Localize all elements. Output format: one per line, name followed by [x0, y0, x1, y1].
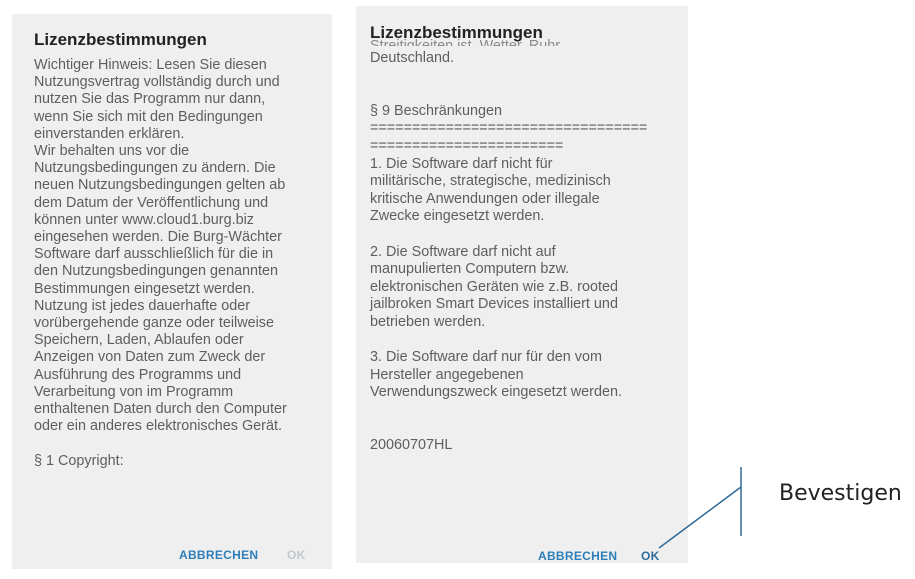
callout-label: Bevestigen: [779, 481, 902, 506]
callout-pointer: [658, 467, 742, 549]
dialog-title: Lizenzbestimmungen: [370, 23, 543, 42]
callout-arrow-line: [658, 486, 742, 549]
